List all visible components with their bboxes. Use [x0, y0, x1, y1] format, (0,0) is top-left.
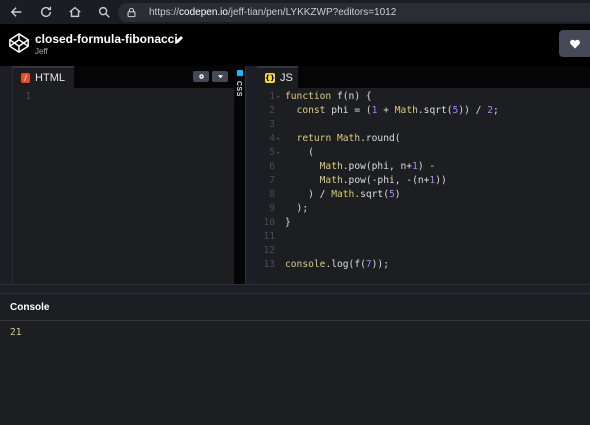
edit-title-button[interactable] [174, 32, 184, 44]
codepen-header: closed-formula-fibonacci Jeff [0, 24, 590, 66]
url-domain: codepen.io [179, 7, 228, 18]
search-icon [98, 6, 110, 18]
html-settings-button[interactable] [193, 71, 209, 82]
css-label: CSS [235, 81, 242, 97]
line-number: 5 [269, 147, 275, 158]
code-text: ); [285, 203, 309, 214]
tab-js[interactable]: {} JS [257, 66, 298, 88]
css-badge-icon [237, 70, 243, 76]
code-line: 3 [257, 118, 590, 132]
console-title: Console [10, 302, 50, 313]
code-text: function f(n) { [285, 91, 372, 102]
line-number: 1 [269, 91, 275, 102]
html-collapse-button[interactable] [212, 71, 228, 82]
code-line: 11 [257, 230, 590, 244]
url-scheme: https:// [149, 7, 180, 18]
codepen-logo[interactable] [8, 32, 30, 54]
lock-icon [127, 7, 136, 18]
reload-icon [40, 6, 52, 18]
line-number: 12 [263, 245, 275, 256]
pen-title: closed-formula-fibonacci [35, 32, 178, 46]
code-line: 4 ▾ return Math.round( [257, 132, 590, 146]
fold-marker-icon[interactable]: ▾ [276, 132, 280, 146]
code-text: console.log(f(7)); [285, 259, 389, 270]
tab-js-label: JS [279, 72, 293, 84]
code-line: 5 ▾ ( [257, 146, 590, 160]
code-line: 6 Math.pow(phi, n+1) - [257, 160, 590, 174]
editor-area: / HTML 1 CSS {} JS 1 ▾ function f(n) {2… [0, 66, 590, 284]
code-line: 12 [257, 244, 590, 258]
code-line: 9 ); [257, 202, 590, 216]
line-number: 3 [269, 119, 275, 130]
gear-icon [198, 74, 204, 79]
line-number: 7 [269, 175, 275, 186]
line-number: 6 [269, 161, 275, 172]
code-line: 8 ) / Math.sqrt(5) [257, 188, 590, 202]
line-number: 13 [263, 259, 275, 270]
address-bar[interactable]: https://codepen.io/jeff-tian/pen/LYKKZWP… [118, 3, 590, 22]
home-button[interactable] [63, 0, 87, 24]
url-text: https://codepen.io/jeff-tian/pen/LYKKZWP… [149, 7, 396, 18]
tab-html-label: HTML [35, 72, 65, 84]
codepen-logo-icon [9, 32, 29, 54]
back-button[interactable] [5, 0, 29, 24]
line-number: 8 [269, 189, 275, 200]
heart-icon [569, 39, 580, 48]
line-number: 9 [269, 203, 275, 214]
html-badge-icon: / [21, 73, 31, 83]
pencil-icon [175, 36, 183, 44]
html-editor-tools [193, 71, 228, 82]
code-text: return Math.round( [296, 133, 401, 144]
reload-button[interactable] [34, 0, 58, 24]
code-text: Math.pow(-phi, -(n+1)) [319, 175, 447, 186]
line-number: 4 [269, 133, 275, 144]
html-code[interactable]: 1 [13, 90, 234, 104]
css-editor-collapsed[interactable]: CSS [234, 66, 246, 284]
fold-marker-icon[interactable]: ▾ [276, 146, 280, 160]
search-button[interactable] [92, 0, 116, 24]
js-tab-row: {} JS [257, 66, 590, 88]
code-text: ) / Math.sqrt(5) [285, 189, 401, 200]
console-resizer[interactable] [0, 284, 590, 294]
js-badge-icon: {} [265, 73, 275, 83]
code-text: const phi = (1 + Math.sqrt(5)) / 2; [296, 105, 499, 116]
love-button[interactable] [559, 30, 590, 57]
console-output: 21 [10, 327, 22, 338]
line-number: 2 [269, 105, 275, 116]
arrow-left-icon [10, 7, 22, 17]
code-text: ( [285, 147, 314, 158]
html-tab-row: / HTML [13, 66, 234, 88]
js-code[interactable]: 1 ▾ function f(n) {2 const phi = (1 + Math… [257, 90, 590, 272]
html-editor[interactable]: / HTML 1 [12, 66, 234, 284]
pen-author[interactable]: Jeff [35, 47, 48, 56]
js-editor[interactable]: {} JS 1 ▾ function f(n) {2 const phi = (1 … [257, 66, 590, 284]
code-line: 10} [257, 216, 590, 230]
browser-toolbar: https://codepen.io/jeff-tian/pen/LYKKZWP… [0, 0, 590, 24]
console-panel: Console 21 [0, 295, 590, 425]
fold-marker-icon[interactable]: ▾ [276, 90, 280, 104]
code-line: 1 ▾ function f(n) { [257, 90, 590, 104]
tab-html[interactable]: / HTML [13, 66, 74, 88]
code-line: 1 [13, 90, 234, 104]
line-number: 10 [263, 217, 275, 228]
code-text: } [285, 217, 291, 228]
chevron-down-icon [217, 75, 223, 79]
line-number: 11 [263, 231, 275, 242]
code-line: 2 const phi = (1 + Math.sqrt(5)) / 2; [257, 104, 590, 118]
url-path: /jeff-tian/pen/LYKKZWP?editors=1012 [227, 7, 397, 18]
line-number: 1 [25, 91, 31, 102]
console-header: Console [0, 295, 590, 321]
home-icon [69, 6, 81, 18]
code-line: 13 console.log(f(7)); [257, 258, 590, 272]
code-text: Math.pow(phi, n+1) - [319, 161, 436, 172]
code-line: 7 Math.pow(-phi, -(n+1)) [257, 174, 590, 188]
